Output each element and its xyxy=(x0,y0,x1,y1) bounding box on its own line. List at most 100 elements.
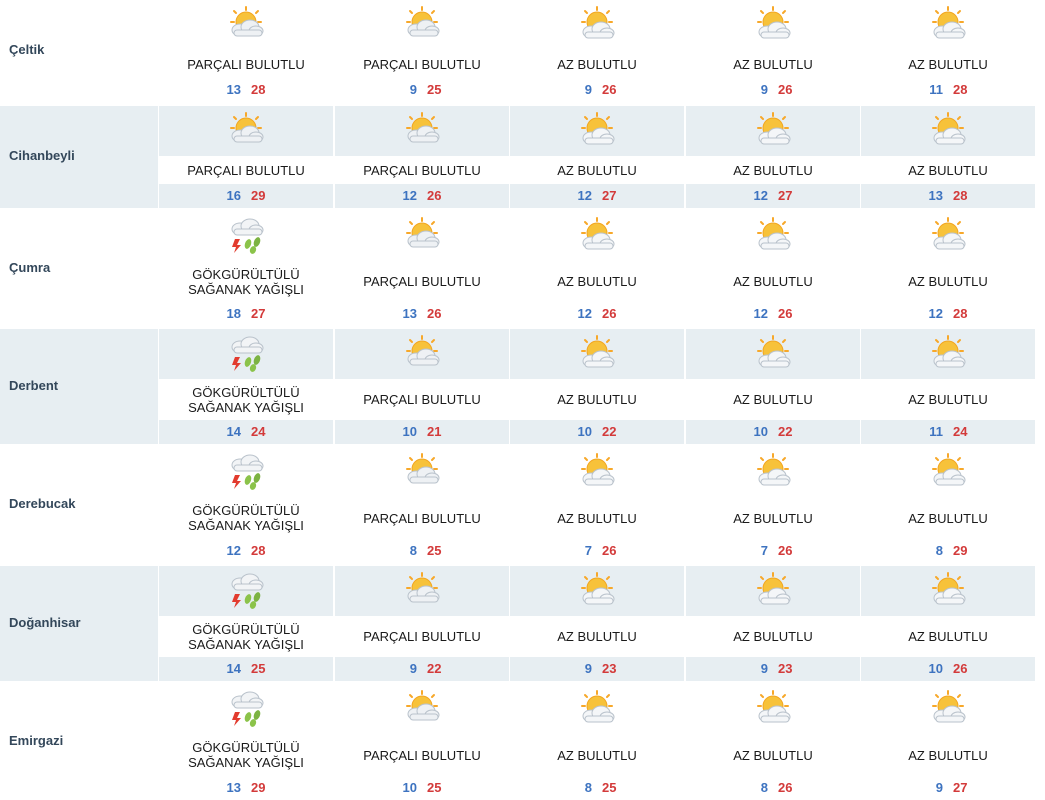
min-temp: 10 xyxy=(753,424,768,439)
temp-band: 12 26 xyxy=(335,184,509,208)
city-name[interactable]: Cihanbeyli xyxy=(9,148,75,163)
icon-band xyxy=(159,211,333,261)
max-temp: 22 xyxy=(602,424,617,439)
desc-band: PARÇALI BULUTLU xyxy=(335,734,509,776)
icon-band xyxy=(335,566,509,616)
description-line: SAĞANAK YAĞIŞLI xyxy=(188,282,304,297)
description-line: AZ BULUTLU xyxy=(908,274,988,289)
temperatures: 9 23 xyxy=(686,661,860,676)
max-temp: 26 xyxy=(778,543,793,558)
description-line: PARÇALI BULUTLU xyxy=(187,57,305,72)
max-temp: 22 xyxy=(778,424,793,439)
weather-description: PARÇALI BULUTLU xyxy=(335,748,509,763)
weather-description: AZ BULUTLU xyxy=(686,629,860,644)
icon-band xyxy=(159,566,333,616)
min-temp: 7 xyxy=(584,543,592,558)
forecast-cell: AZ BULUTLU 10 26 xyxy=(861,566,1035,681)
city-name[interactable]: Çeltik xyxy=(9,42,44,57)
min-temp: 9 xyxy=(584,82,592,97)
icon-band xyxy=(861,0,1035,50)
temperatures: 10 21 xyxy=(335,424,509,439)
description-line: AZ BULUTLU xyxy=(733,57,813,72)
temp-band: 11 28 xyxy=(861,78,1035,102)
description-line: AZ BULUTLU xyxy=(908,629,988,644)
city-name[interactable]: Çumra xyxy=(9,260,50,275)
max-temp: 26 xyxy=(953,661,968,676)
temperatures: 13 28 xyxy=(861,188,1035,203)
desc-band: AZ BULUTLU xyxy=(510,734,684,776)
temp-band: 9 23 xyxy=(510,657,684,681)
temp-band: 9 27 xyxy=(861,776,1035,800)
city-name[interactable]: Derbent xyxy=(9,378,58,393)
min-temp: 9 xyxy=(409,82,417,97)
mostly-sunny-icon xyxy=(577,335,617,371)
description-line: AZ BULUTLU xyxy=(733,392,813,407)
desc-band: AZ BULUTLU xyxy=(861,734,1035,776)
thunderstorm-icon xyxy=(226,453,266,490)
table-row: Derebucak GÖKGÜRÜLTÜLÜ SAĞANAK YAĞIŞLI 12 28… xyxy=(0,447,1045,563)
forecast-cell: GÖKGÜRÜLTÜLÜ SAĞANAK YAĞIŞLI 13 29 xyxy=(159,684,333,800)
icon-band xyxy=(510,0,684,50)
mostly-sunny-icon xyxy=(928,6,968,42)
temp-band: 14 25 xyxy=(159,657,333,681)
mostly-sunny-icon xyxy=(928,335,968,371)
mostly-sunny-icon xyxy=(753,6,793,42)
max-temp: 28 xyxy=(953,188,968,203)
description-line: PARÇALI BULUTLU xyxy=(363,163,481,178)
max-temp: 26 xyxy=(778,780,793,795)
city-name[interactable]: Emirgazi xyxy=(9,733,63,748)
mostly-sunny-icon xyxy=(753,112,793,148)
max-temp: 29 xyxy=(953,543,968,558)
mostly-sunny-icon xyxy=(577,572,617,608)
temperatures: 9 27 xyxy=(861,780,1035,795)
temp-band: 12 26 xyxy=(686,302,860,326)
max-temp: 25 xyxy=(251,661,266,676)
description-line: AZ BULUTLU xyxy=(733,511,813,526)
min-temp: 13 xyxy=(402,306,417,321)
forecast-cell: AZ BULUTLU 12 27 xyxy=(510,106,684,208)
max-temp: 21 xyxy=(427,424,442,439)
forecast-cell: GÖKGÜRÜLTÜLÜ SAĞANAK YAĞIŞLI 14 25 xyxy=(159,566,333,681)
min-temp: 14 xyxy=(226,424,241,439)
desc-band: AZ BULUTLU xyxy=(861,497,1035,539)
mostly-sunny-icon xyxy=(577,690,617,726)
city-name[interactable]: Doğanhisar xyxy=(9,615,81,630)
description-line: GÖKGÜRÜLTÜLÜ xyxy=(192,267,300,282)
min-temp: 14 xyxy=(226,661,241,676)
forecast-cell: AZ BULUTLU 10 22 xyxy=(510,329,684,444)
desc-band: GÖKGÜRÜLTÜLÜ SAĞANAK YAĞIŞLI xyxy=(159,616,333,657)
icon-band xyxy=(335,329,509,379)
mostly-sunny-icon xyxy=(753,335,793,371)
desc-band: AZ BULUTLU xyxy=(686,497,860,539)
weather-description: AZ BULUTLU xyxy=(510,629,684,644)
thunderstorm-icon xyxy=(226,690,266,727)
description-line: PARÇALI BULUTLU xyxy=(363,748,481,763)
city-name[interactable]: Derebucak xyxy=(9,496,75,511)
icon-band xyxy=(686,447,860,497)
min-temp: 13 xyxy=(226,82,241,97)
mostly-sunny-icon xyxy=(753,690,793,726)
min-temp: 8 xyxy=(409,543,417,558)
min-temp: 12 xyxy=(402,188,417,203)
partly-cloudy-icon xyxy=(402,572,442,608)
desc-band: PARÇALI BULUTLU xyxy=(335,261,509,302)
temp-band: 7 26 xyxy=(510,539,684,563)
weather-description: AZ BULUTLU xyxy=(510,57,684,72)
min-temp: 9 xyxy=(760,661,768,676)
forecast-cell: AZ BULUTLU 8 29 xyxy=(861,447,1035,563)
temperatures: 7 26 xyxy=(686,543,860,558)
city-cell: Çumra xyxy=(0,211,159,326)
weather-description: AZ BULUTLU xyxy=(510,163,684,178)
description-line: GÖKGÜRÜLTÜLÜ xyxy=(192,385,300,400)
max-temp: 23 xyxy=(778,661,793,676)
desc-band: PARÇALI BULUTLU xyxy=(335,156,509,184)
forecast-cell: AZ BULUTLU 12 26 xyxy=(510,211,684,326)
icon-band xyxy=(861,447,1035,497)
min-temp: 8 xyxy=(935,543,943,558)
temp-band: 9 26 xyxy=(686,78,860,102)
mostly-sunny-icon xyxy=(577,112,617,148)
weather-description: PARÇALI BULUTLU xyxy=(159,57,333,72)
forecast-cell: GÖKGÜRÜLTÜLÜ SAĞANAK YAĞIŞLI 12 28 xyxy=(159,447,333,563)
temperatures: 9 26 xyxy=(510,82,684,97)
max-temp: 26 xyxy=(602,82,617,97)
